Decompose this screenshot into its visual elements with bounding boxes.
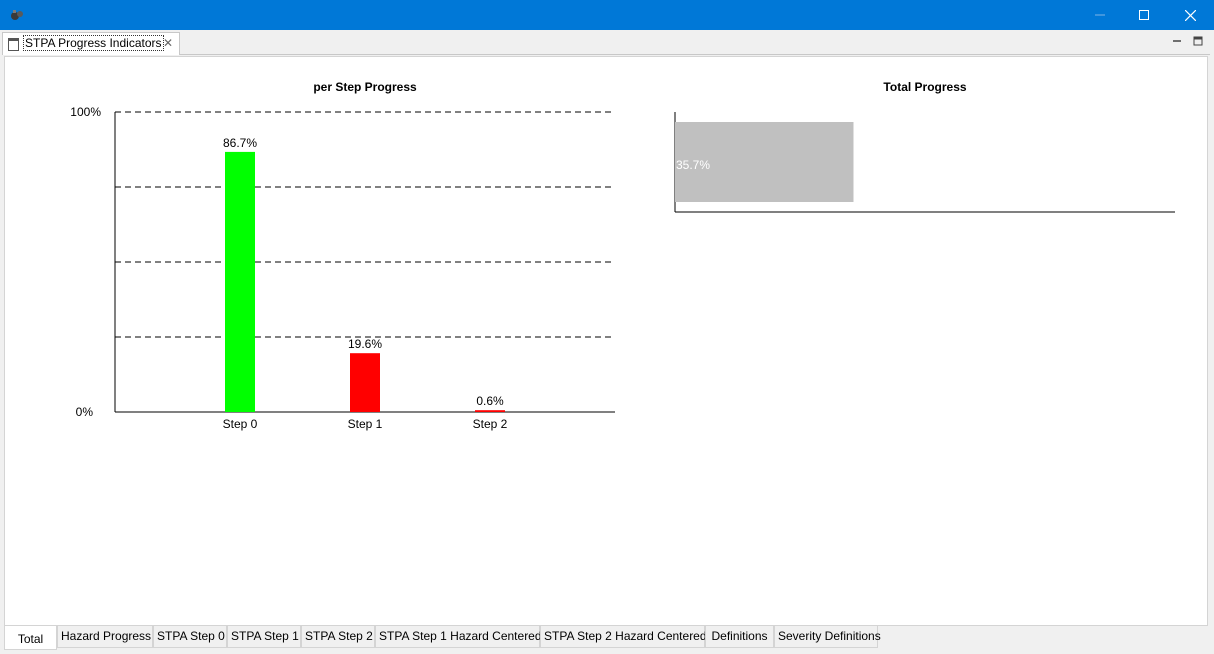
bar-value-label: 19.6% xyxy=(348,337,382,351)
tab-hazard-progress[interactable]: Hazard Progress xyxy=(57,626,153,648)
tab-severity-definitions[interactable]: Severity Definitions xyxy=(774,626,881,648)
editor-tab-stpa-progress[interactable]: STPA Progress Indicators ✕ xyxy=(2,32,180,55)
chart-title: per Step Progress xyxy=(313,80,417,94)
tab-stpa-step-2[interactable]: STPA Step 2 xyxy=(301,626,375,648)
tab-stpa-step-1[interactable]: STPA Step 1 xyxy=(227,626,301,648)
minimize-icon xyxy=(1095,14,1105,16)
bar xyxy=(225,151,255,412)
close-icon xyxy=(1184,9,1196,21)
x-tick-label: Step 2 xyxy=(473,417,508,431)
minimize-button[interactable] xyxy=(1077,0,1123,30)
x-tick-label: Step 0 xyxy=(223,417,258,431)
editor-tab-bar: STPA Progress Indicators ✕ xyxy=(2,32,1210,55)
tab-stpa-step-0[interactable]: STPA Step 0 xyxy=(153,626,227,648)
maximize-button[interactable] xyxy=(1121,0,1167,30)
close-window-button[interactable] xyxy=(1167,0,1213,30)
bar xyxy=(350,353,380,412)
close-icon[interactable]: ✕ xyxy=(163,36,173,50)
x-tick-label: Step 1 xyxy=(348,417,383,431)
bar xyxy=(475,410,505,412)
workbench-frame: STPA Progress Indicators ✕ per Step Prog… xyxy=(0,30,1214,654)
bar-value-label: 0.6% xyxy=(476,394,504,408)
maximize-icon xyxy=(1139,10,1149,20)
view-icon xyxy=(8,38,19,51)
minimize-view-icon[interactable] xyxy=(1172,36,1182,46)
app-logo-icon xyxy=(11,10,23,20)
bar-value-label: 86.7% xyxy=(223,136,257,150)
maximize-view-icon[interactable] xyxy=(1193,36,1203,46)
tab-stpa-step-2-hazard-centered[interactable]: STPA Step 2 Hazard Centered xyxy=(540,626,707,648)
window-titlebar xyxy=(0,0,1214,30)
tab-definitions[interactable]: Definitions xyxy=(705,626,774,648)
tab-total[interactable]: Total xyxy=(4,626,57,650)
chart-area: per Step Progress 100% 0% 86.7% Step 0 19.6% S… xyxy=(4,56,1208,626)
tab-stpa-step-1-hazard-centered[interactable]: STPA Step 1 Hazard Centered xyxy=(375,626,542,648)
bar-value-label: 35.7% xyxy=(676,158,710,172)
y-tick-label: 0% xyxy=(76,405,94,419)
chart-title: Total Progress xyxy=(883,80,966,94)
bottom-tab-bar: Total Hazard Progress STPA Step 0 STPA Step… xyxy=(4,626,1208,650)
editor-tab-title: STPA Progress Indicators xyxy=(23,35,164,51)
y-tick-label: 100% xyxy=(70,105,101,119)
charts-canvas: per Step Progress 100% 0% 86.7% Step 0 19.6% S… xyxy=(70,80,1175,431)
